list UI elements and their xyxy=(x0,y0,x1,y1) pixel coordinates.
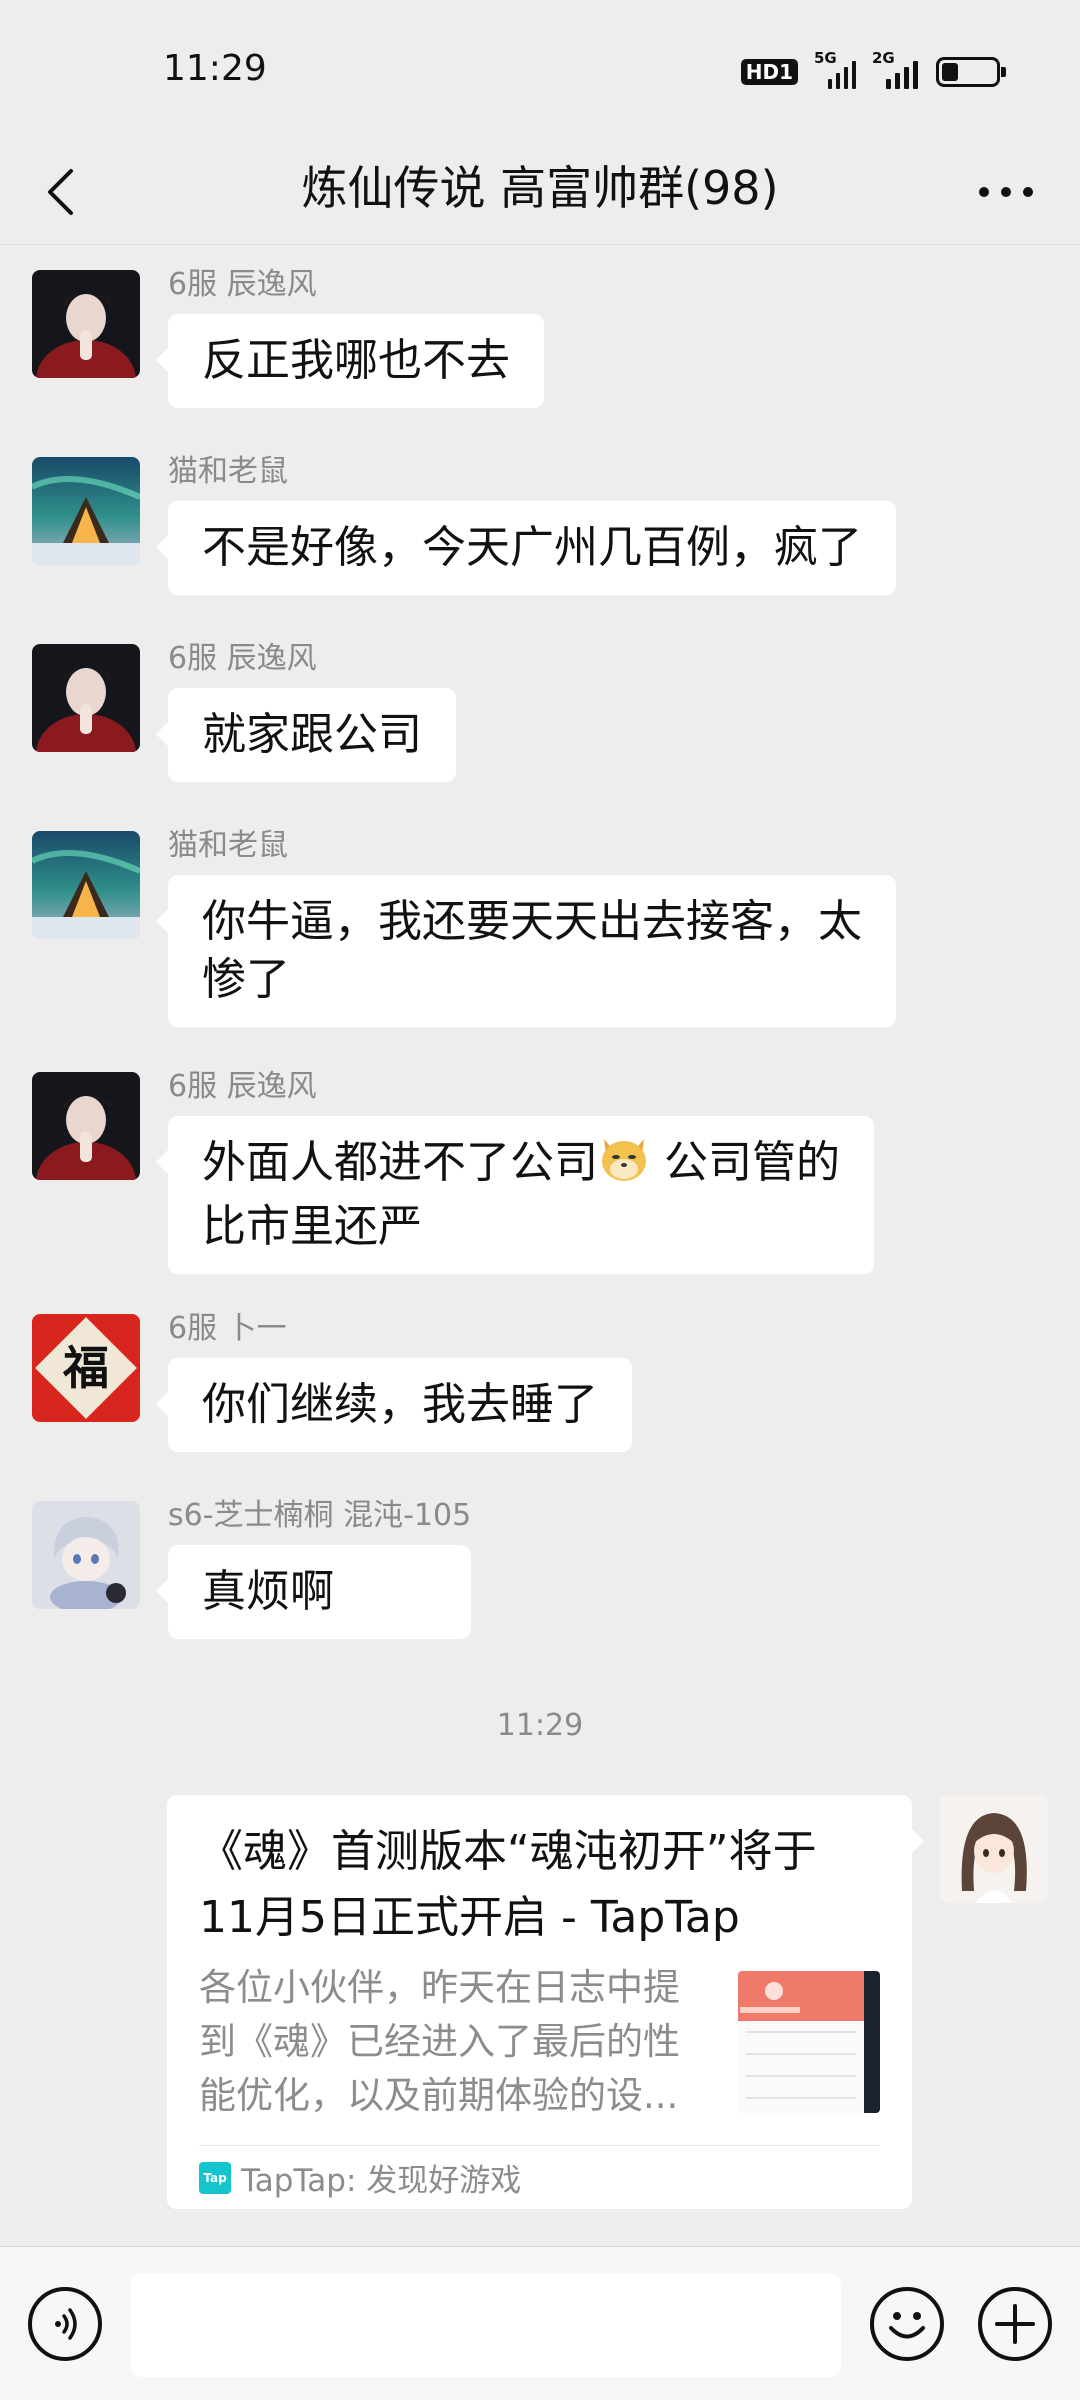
emoji-icon xyxy=(889,2312,925,2339)
emoji-button[interactable] xyxy=(870,2287,944,2361)
sender-name: 猫和老鼠 xyxy=(168,828,288,863)
time-divider: 11:29 xyxy=(496,1708,584,1743)
message-item: 猫和老鼠 不是好像，今天广州几百例，疯了 xyxy=(32,454,896,595)
plus-icon xyxy=(995,2304,1035,2344)
input-bar xyxy=(0,2246,1080,2400)
message-item: 6服 辰逸风 反正我哪也不去 xyxy=(32,267,544,408)
message-bubble[interactable]: 你牛逼，我还要天天出去接客，太 惨了 xyxy=(156,875,896,1027)
battery-level xyxy=(942,63,958,81)
message-bubble[interactable]: 你们继续，我去睡了 xyxy=(156,1358,632,1452)
message-text: 就家跟公司 xyxy=(202,709,422,760)
sender-name: 6服 辰逸风 xyxy=(168,1069,317,1104)
avatar-boy-red[interactable] xyxy=(32,1072,140,1180)
avatar-red-seal[interactable]: 福 xyxy=(32,1314,140,1422)
message-bubble[interactable]: 外面人都进不了公司 公司管的 比市里还严 xyxy=(156,1116,874,1274)
battery-icon xyxy=(936,57,1006,87)
card-description: 各位小伙伴，昨天在日志中提 到《魂》已经进入了最后的性 能优化，以及前期体验的设… xyxy=(199,1961,718,2123)
avatar-boy-red[interactable] xyxy=(32,644,140,752)
message-text: 反正我哪也不去 xyxy=(202,335,510,386)
message-text: 不是好像，今天广州几百例，疯了 xyxy=(202,522,862,573)
message-item: 6服 辰逸风 外面人都进不了公司 公司管的 比市里还严 xyxy=(32,1069,874,1274)
chat-header: 炼仙传说 高富帅群(98) xyxy=(0,140,1080,245)
more-actions-button[interactable] xyxy=(978,2287,1052,2361)
message-item: 6服 辰逸风 就家跟公司 xyxy=(32,641,456,782)
voice-input-button[interactable] xyxy=(28,2287,102,2361)
card-description-line: 各位小伙伴，昨天在日志中提 xyxy=(199,1966,680,2009)
message-text: 比市里还严 xyxy=(202,1201,422,1252)
message-bubble[interactable]: 反正我哪也不去 xyxy=(156,314,544,408)
message-list[interactable]: 6服 辰逸风 反正我哪也不去 猫和老鼠 不是好像，今天广州几百例，疯了 6服 辰… xyxy=(0,246,1080,2244)
message-text: 公司管的 xyxy=(650,1137,840,1188)
message-text: 你们继续，我去睡了 xyxy=(202,1379,598,1430)
card-title-line: 11月5日正式开启 - TapTap xyxy=(199,1892,740,1943)
avatar-anime-girl[interactable] xyxy=(940,1795,1048,1903)
avatar-aurora-cabin[interactable] xyxy=(32,457,140,565)
link-share-card[interactable]: 《魂》首测版本“魂沌初开”将于 11月5日正式开启 - TapTap 各位小伙伴… xyxy=(167,1795,924,2209)
status-time: 11:29 xyxy=(163,48,267,89)
sender-name: 猫和老鼠 xyxy=(168,454,288,489)
card-source-label: TapTap: 发现好游戏 xyxy=(241,2163,522,2199)
voice-icon xyxy=(55,2308,77,2340)
taptap-logo-icon: Tap xyxy=(199,2161,231,2194)
sender-name: s6-芝士楠桐 混沌-105 xyxy=(168,1498,472,1533)
status-bar: 11:29 HD1 5G 2G xyxy=(0,0,1080,140)
message-bubble[interactable]: 就家跟公司 xyxy=(156,688,456,782)
message-bubble[interactable]: 不是好像，今天广州几百例，疯了 xyxy=(156,501,896,595)
more-options-button[interactable] xyxy=(968,170,1044,214)
message-item: s6-芝士楠桐 混沌-105 真烦啊 xyxy=(32,1498,472,1639)
message-text: 真烦啊 xyxy=(202,1566,334,1617)
signal-5g-label: 5G xyxy=(814,49,837,67)
message-text: 外面人都进不了公司 xyxy=(202,1137,598,1188)
message-text: 你牛逼，我还要天天出去接客，太 xyxy=(202,896,862,947)
card-description-line: 能优化，以及前期体验的设... xyxy=(199,2074,679,2117)
message-bubble[interactable]: 真烦啊 xyxy=(155,1545,472,1639)
more-icon xyxy=(979,187,1033,197)
message-item-outgoing: 《魂》首测版本“魂沌初开”将于 11月5日正式开启 - TapTap 各位小伙伴… xyxy=(167,1795,1048,2209)
message-text: 惨了 xyxy=(202,954,290,1005)
sender-name: 6服 卜一 xyxy=(168,1311,287,1346)
svg-text:福: 福 xyxy=(62,1341,109,1395)
hd-icon: HD1 xyxy=(740,59,798,85)
sender-name: 6服 辰逸风 xyxy=(168,641,317,676)
sender-name: 6服 辰逸风 xyxy=(168,267,317,302)
avatar-aurora-cabin[interactable] xyxy=(32,831,140,939)
signal-5g-icon: 5G xyxy=(814,49,856,89)
status-icons: HD1 5G 2G xyxy=(740,49,1006,92)
avatar-boy-red[interactable] xyxy=(32,270,140,378)
signal-2g-label: 2G xyxy=(872,49,895,67)
message-input[interactable] xyxy=(131,2273,841,2377)
message-item: 猫和老鼠 你牛逼，我还要天天出去接客，太 惨了 xyxy=(32,828,896,1027)
card-source: Tap TapTap: 发现好游戏 xyxy=(199,2145,880,2209)
card-title: 《魂》首测版本“魂沌初开”将于 11月5日正式开启 - TapTap xyxy=(199,1819,880,1951)
chat-title: 炼仙传说 高富帅群(98) xyxy=(301,161,779,215)
doge-emoji-icon xyxy=(598,1135,650,1198)
card-description-line: 到《魂》已经进入了最后的性 xyxy=(199,2020,680,2063)
signal-2g-icon: 2G xyxy=(872,49,920,89)
message-item: 福 6服 卜一 你们继续，我去睡了 xyxy=(32,1311,632,1452)
card-thumbnail xyxy=(738,1971,880,2113)
card-title-line: 《魂》首测版本“魂沌初开”将于 xyxy=(199,1826,817,1877)
avatar-anime-silver[interactable] xyxy=(32,1501,140,1609)
